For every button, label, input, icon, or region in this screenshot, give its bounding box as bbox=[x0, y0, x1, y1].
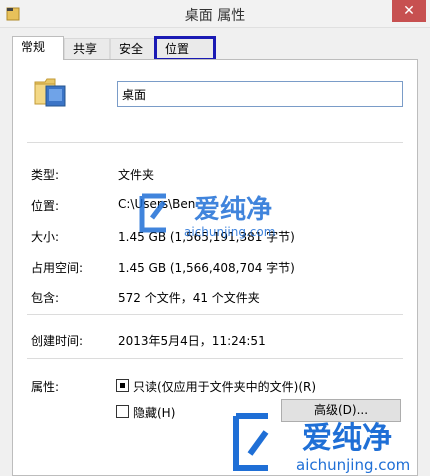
attributes-label: 属性: bbox=[31, 380, 60, 394]
location-label: 位置: bbox=[31, 199, 60, 213]
type-label: 类型: bbox=[31, 168, 60, 182]
title-bar: 桌面 属性 ✕ bbox=[0, 0, 430, 28]
readonly-checkbox-row[interactable]: 只读(仅应用于文件夹中的文件)(R) bbox=[116, 378, 346, 394]
divider bbox=[27, 358, 403, 359]
hidden-label: 隐藏(H) bbox=[133, 406, 176, 420]
folder-name-input[interactable] bbox=[117, 81, 403, 107]
size-label: 大小: bbox=[31, 230, 60, 244]
properties-dialog: 常规 共享 安全 位置 类型: 文件夹 位置: C:\Users\Ben 大小:… bbox=[0, 28, 430, 476]
contains-label: 包含: bbox=[31, 291, 60, 305]
tab-location[interactable]: 位置 bbox=[154, 36, 216, 61]
advanced-button[interactable]: 高级(D)... bbox=[281, 399, 401, 422]
tab-security[interactable]: 安全 bbox=[110, 38, 156, 59]
created-label: 创建时间: bbox=[31, 334, 84, 348]
tab-sharing[interactable]: 共享 bbox=[64, 38, 110, 59]
created-value: 2013年5月4日，11:24:51 bbox=[118, 334, 266, 348]
contains-value: 572 个文件，41 个文件夹 bbox=[118, 291, 260, 305]
location-value: C:\Users\Ben bbox=[118, 197, 196, 211]
type-value: 文件夹 bbox=[118, 168, 155, 182]
close-button[interactable]: ✕ bbox=[392, 0, 426, 22]
window-title: 桌面 属性 bbox=[184, 8, 246, 24]
readonly-checkbox[interactable] bbox=[116, 379, 129, 392]
tab-general[interactable]: 常规 bbox=[12, 36, 64, 60]
hidden-checkbox-row[interactable]: 隐藏(H) bbox=[116, 404, 196, 420]
hidden-checkbox[interactable] bbox=[116, 405, 129, 418]
divider bbox=[27, 142, 403, 143]
size-value: 1.45 GB (1,565,191,381 字节) bbox=[118, 230, 295, 244]
size-on-disk-value: 1.45 GB (1,566,408,704 字节) bbox=[118, 261, 295, 275]
general-panel: 类型: 文件夹 位置: C:\Users\Ben 大小: 1.45 GB (1,… bbox=[12, 59, 418, 476]
readonly-label: 只读(仅应用于文件夹中的文件)(R) bbox=[133, 380, 317, 394]
size-on-disk-label: 占用空间: bbox=[31, 261, 84, 275]
folder-icon bbox=[34, 78, 66, 107]
divider bbox=[27, 314, 403, 315]
